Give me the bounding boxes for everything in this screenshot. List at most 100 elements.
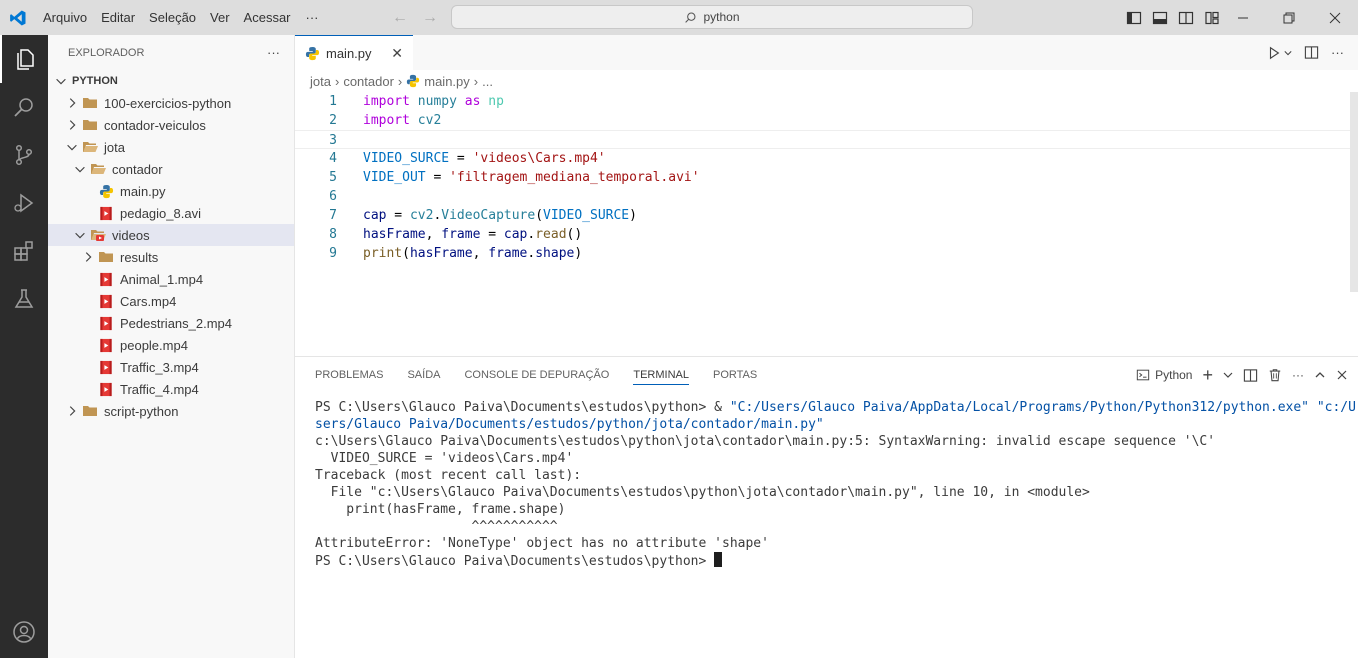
- menu-item-acessar[interactable]: Acessar: [237, 0, 298, 35]
- terminal-line: ^^^^^^^^^^^: [315, 518, 1358, 535]
- maximize-panel-icon[interactable]: [1314, 369, 1326, 381]
- tree-item-contador-veiculos[interactable]: contador-veiculos: [48, 114, 294, 136]
- terminal-line: c:\Users\Glauco Paiva\Documents\estudos\…: [315, 433, 1358, 450]
- panel-tab-terminal[interactable]: TERMINAL: [633, 369, 689, 385]
- tree-item-traffic-3-mp4[interactable]: Traffic_3.mp4: [48, 356, 294, 378]
- close-tab-icon[interactable]: ✕: [391, 45, 403, 62]
- tree-item-videos[interactable]: videos: [48, 224, 294, 246]
- tree-item-jota[interactable]: jota: [48, 136, 294, 158]
- code-editor[interactable]: 1 import numpy as np 2 import cv2 3 4 VIDEO_SU…: [295, 92, 1358, 263]
- breadcrumb-main-py[interactable]: main.py: [424, 74, 470, 89]
- code-line[interactable]: 2 import cv2: [295, 111, 1358, 130]
- run-debug-icon[interactable]: [0, 179, 48, 227]
- editor-scrollbar[interactable]: [1350, 92, 1358, 292]
- chevron-down-icon[interactable]: [1223, 370, 1233, 380]
- terminal-line: sers/Glauco Paiva/Documents/estudos/pyth…: [315, 416, 1358, 433]
- panel-tab-problemas[interactable]: PROBLEMAS: [315, 369, 383, 381]
- toggle-panel-icon[interactable]: [1152, 10, 1168, 26]
- line-number: 5: [329, 170, 337, 185]
- code-token: ): [574, 246, 583, 261]
- split-terminal-icon[interactable]: [1243, 368, 1258, 383]
- code-line[interactable]: 4 VIDEO_SURCE = 'videos\Cars.mp4': [295, 149, 1358, 168]
- search-sidebar-icon[interactable]: [0, 83, 48, 131]
- new-terminal-icon[interactable]: +: [1202, 365, 1213, 386]
- code-token: (: [402, 246, 410, 261]
- terminal-line: print(hasFrame, frame.shape): [315, 501, 1358, 518]
- python-file-icon: [98, 183, 114, 199]
- tree-item-animal-1-mp4[interactable]: Animal_1.mp4: [48, 268, 294, 290]
- close-window-icon[interactable]: [1312, 0, 1358, 35]
- forward-arrow-icon[interactable]: →: [422, 9, 438, 27]
- code-line[interactable]: 9 print(hasFrame, frame.shape): [295, 244, 1358, 263]
- panel-tab-portas[interactable]: PORTAS: [713, 369, 757, 381]
- breadcrumb-symbols[interactable]: ...: [482, 74, 493, 89]
- menu-item-editar[interactable]: Editar: [94, 0, 142, 35]
- code-token: =: [425, 170, 450, 185]
- chevron-down-icon: [64, 139, 80, 155]
- panel-more-icon[interactable]: ···: [1292, 368, 1304, 382]
- tree-item-results[interactable]: results: [48, 246, 294, 268]
- command-center-search[interactable]: python: [451, 5, 973, 29]
- more-menu-icon[interactable]: ···: [298, 10, 327, 25]
- testing-flask-icon[interactable]: [0, 275, 48, 323]
- close-panel-icon[interactable]: [1336, 369, 1348, 381]
- code-line[interactable]: 1 import numpy as np: [295, 92, 1358, 111]
- line-source: import numpy as np: [337, 92, 504, 111]
- menu-item-ver[interactable]: Ver: [203, 0, 237, 35]
- code-token: cap: [363, 208, 387, 223]
- trash-icon[interactable]: [1268, 368, 1282, 382]
- terminal-text: print(hasFrame, frame.shape): [315, 502, 566, 517]
- workspace-root[interactable]: PYTHON: [48, 70, 294, 92]
- code-line[interactable]: 6: [295, 187, 1358, 206]
- run-python-file-icon[interactable]: [1267, 46, 1292, 60]
- account-icon[interactable]: [0, 608, 48, 656]
- explorer-more-icon[interactable]: ···: [267, 45, 280, 60]
- restore-icon[interactable]: [1266, 0, 1312, 35]
- line-number: 9: [329, 246, 337, 261]
- explorer-icon[interactable]: [0, 35, 48, 83]
- code-line[interactable]: 7 cap = cv2.VideoCapture(VIDEO_SURCE): [295, 206, 1358, 225]
- breadcrumb-separator-icon: ›: [473, 73, 479, 89]
- tree-item-pedestrians-2-mp4[interactable]: Pedestrians_2.mp4: [48, 312, 294, 334]
- tree-item-script-python[interactable]: script-python: [48, 400, 294, 422]
- menu-item-selecao[interactable]: Seleção: [142, 0, 203, 35]
- source-control-icon[interactable]: [0, 131, 48, 179]
- terminal-text: ^^^^^^^^^^^: [315, 519, 558, 534]
- code-line[interactable]: 3: [295, 130, 1358, 149]
- tree-item-100-exercicios-python[interactable]: 100-exercicios-python: [48, 92, 294, 114]
- tree-item-label: Cars.mp4: [120, 293, 177, 309]
- tree-item-label: people.mp4: [120, 337, 188, 353]
- file-tree: 100-exercicios-python contador-veiculos jo…: [48, 92, 294, 422]
- panel-tab-saida[interactable]: SAÍDA: [407, 369, 440, 381]
- minimize-icon[interactable]: [1220, 0, 1266, 35]
- terminal-output[interactable]: PS C:\Users\Glauco Paiva\Documents\estud…: [295, 393, 1358, 570]
- extensions-icon[interactable]: [0, 227, 48, 275]
- tree-item-cars-mp4[interactable]: Cars.mp4: [48, 290, 294, 312]
- terminal-shell-selector[interactable]: Python: [1136, 368, 1192, 382]
- tree-item-traffic-4-mp4[interactable]: Traffic_4.mp4: [48, 378, 294, 400]
- code-line[interactable]: 5 VIDE_OUT = 'filtragem_mediana_temporal.…: [295, 168, 1358, 187]
- tree-item-main-py[interactable]: main.py: [48, 180, 294, 202]
- customize-layout-icon[interactable]: [1204, 10, 1220, 26]
- toggle-sidebar-icon[interactable]: [1126, 10, 1142, 26]
- code-token: VideoCapture: [441, 208, 536, 223]
- terminal-line: Traceback (most recent call last):: [315, 467, 1358, 484]
- split-editor-icon[interactable]: [1304, 45, 1319, 60]
- back-arrow-icon[interactable]: ←: [392, 9, 408, 27]
- panel-tab-console-de-depuracao[interactable]: CONSOLE DE DEPURAÇÃO: [464, 369, 609, 381]
- breadcrumb-jota[interactable]: jota: [310, 74, 331, 89]
- tab-main-py[interactable]: main.py ✕: [295, 35, 413, 70]
- editor-more-icon[interactable]: ···: [1331, 45, 1344, 60]
- menu-item-arquivo[interactable]: Arquivo: [36, 0, 94, 35]
- breadcrumb-contador[interactable]: contador: [343, 74, 394, 89]
- toggle-secondary-sidebar-icon[interactable]: [1178, 10, 1194, 26]
- code-line[interactable]: 8 hasFrame, frame = cap.read(): [295, 225, 1358, 244]
- folder-icon: [98, 249, 114, 265]
- tree-item-contador[interactable]: contador: [48, 158, 294, 180]
- tree-item-pedagio-8-avi[interactable]: pedagio_8.avi: [48, 202, 294, 224]
- code-token: 'filtragem_mediana_temporal.avi': [449, 170, 700, 185]
- code-token: np: [488, 94, 504, 109]
- tree-item-people-mp4[interactable]: people.mp4: [48, 334, 294, 356]
- terminal-text: File "c:\Users\Glauco Paiva\Documents\es…: [315, 485, 1090, 500]
